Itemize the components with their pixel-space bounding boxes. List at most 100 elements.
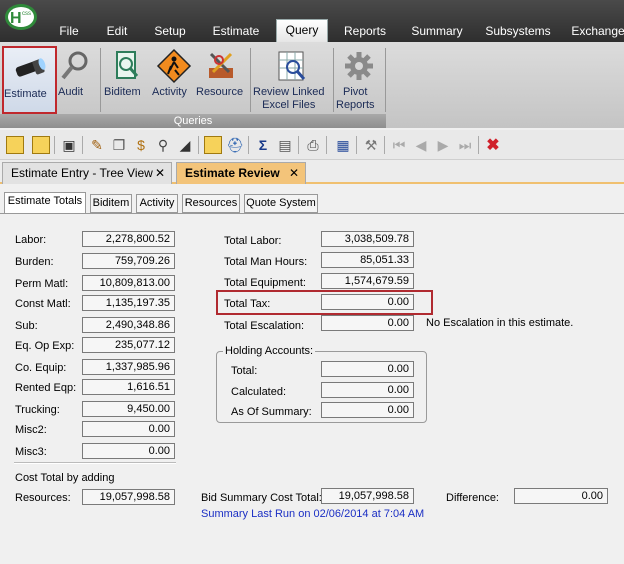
tab-activity[interactable]: Activity — [136, 194, 178, 213]
document-tabs: Estimate Entry - Tree View ✕ Estimate Re… — [0, 160, 624, 184]
menu-exchange[interactable]: Exchange — [568, 21, 624, 41]
misc3-label: Misc3: — [15, 446, 47, 458]
menu-bar: H css File Edit Setup Estimate Query Rep… — [0, 0, 624, 42]
tab-biditem[interactable]: Biditem — [90, 194, 132, 213]
activity-button[interactable]: Activity — [152, 46, 196, 114]
ribbon-separator — [333, 48, 334, 112]
close-icon[interactable]: ✕ — [155, 163, 165, 183]
const-matl-value: 1,135,197.35 — [82, 295, 175, 311]
flashlight-icon — [12, 50, 48, 86]
total-equipment-value: 1,574,679.59 — [321, 273, 414, 289]
burden-label: Burden: — [15, 256, 54, 268]
cost-total-value: 19,057,998.58 — [82, 489, 175, 505]
toolbar-separator — [198, 136, 199, 154]
labor-value: 2,278,800.52 — [82, 231, 175, 247]
calculator-icon[interactable]: ▦ — [334, 136, 352, 154]
co-equip-label: Co. Equip: — [15, 362, 67, 374]
print-icon[interactable]: ⎙ — [304, 136, 322, 154]
ribbon-separator — [100, 48, 101, 112]
folder-icon[interactable] — [32, 136, 50, 154]
folder-open-icon[interactable] — [204, 136, 222, 154]
menu-subsystems[interactable]: Subsystems — [482, 21, 554, 41]
trucking-value: 9,450.00 — [82, 401, 175, 417]
queries-group: Estimate Audit Biditem Activity Resource… — [0, 42, 386, 128]
search-icon[interactable]: ⚲ — [154, 136, 172, 154]
misc3-value: 0.00 — [82, 443, 175, 459]
hcss-logo: H css — [4, 2, 38, 32]
total-tax-highlight — [216, 290, 433, 315]
estimate-query-button[interactable]: Estimate — [2, 46, 57, 114]
total-equipment-label: Total Equipment: — [224, 277, 306, 289]
toolbar-separator — [54, 136, 55, 154]
delete-icon[interactable]: ✖ — [484, 136, 502, 154]
holding-calculated-value: 0.00 — [321, 382, 414, 398]
table-icon[interactable]: ▤ — [276, 136, 294, 154]
toolbar-separator — [248, 136, 249, 154]
rented-eqp-label: Rented Eqp: — [15, 382, 77, 394]
total-escalation-value: 0.00 — [321, 315, 414, 331]
hat-icon[interactable]: ⛑ — [226, 136, 244, 154]
sub-value: 2,490,348.86 — [82, 317, 175, 333]
toolbar-separator — [478, 136, 479, 154]
menu-file[interactable]: File — [54, 21, 84, 41]
labor-label: Labor: — [15, 234, 47, 246]
total-escalation-label: Total Escalation: — [224, 320, 305, 332]
sub-label: Sub: — [15, 320, 38, 332]
menu-summary[interactable]: Summary — [406, 21, 468, 41]
tab-resources[interactable]: Resources — [182, 194, 240, 213]
ribbon: Estimate Audit Biditem Activity Resource… — [0, 42, 624, 128]
copy-icon[interactable]: ❐ — [110, 136, 128, 154]
bid-summary-value: 19,057,998.58 — [321, 488, 414, 504]
tools-icon[interactable]: ⚒ — [362, 136, 380, 154]
svg-text:css: css — [22, 11, 31, 17]
ribbon-group-label: Queries — [0, 114, 386, 128]
gear-icon — [341, 48, 377, 84]
toolbar-separator — [82, 136, 83, 154]
toolbar-separator — [384, 136, 385, 154]
menu-reports[interactable]: Reports — [338, 21, 392, 41]
menu-setup[interactable]: Setup — [150, 21, 190, 41]
prev-record-icon[interactable]: ◀ — [412, 136, 430, 154]
holding-calculated-label: Calculated: — [231, 386, 287, 398]
audit-button[interactable]: Audit — [58, 46, 94, 114]
menu-edit[interactable]: Edit — [100, 21, 134, 41]
total-man-hours-label: Total Man Hours: — [224, 256, 308, 268]
menu-query[interactable]: Query — [276, 19, 328, 42]
close-icon[interactable]: ✕ — [289, 163, 299, 183]
total-labor-value: 3,038,509.78 — [321, 231, 414, 247]
review-tabs: Estimate Totals Biditem Activity Resourc… — [0, 192, 624, 214]
toolbar-separator — [326, 136, 327, 154]
last-record-icon[interactable]: ⏭ — [456, 136, 474, 154]
save-icon[interactable]: ▣ — [60, 136, 78, 154]
menu-estimate[interactable]: Estimate — [206, 21, 266, 41]
co-equip-value: 1,337,985.96 — [82, 359, 175, 375]
resource-button[interactable]: Resource — [196, 46, 246, 114]
trucking-label: Trucking: — [15, 404, 60, 416]
review-linked-excel-button[interactable]: Review Linked Excel Files — [253, 46, 329, 114]
sum-icon[interactable]: Σ — [254, 136, 272, 154]
tab-estimate-review[interactable]: Estimate Review ✕ — [176, 162, 306, 184]
tab-estimate-entry-tree-view[interactable]: Estimate Entry - Tree View ✕ — [2, 162, 172, 184]
eq-op-exp-value: 235,077.12 — [82, 337, 175, 353]
perm-matl-label: Perm Matl: — [15, 278, 69, 290]
biditem-button[interactable]: Biditem — [104, 46, 150, 114]
edit-icon[interactable]: ✎ — [88, 136, 106, 154]
misc2-value: 0.00 — [82, 421, 175, 437]
const-matl-label: Const Matl: — [15, 298, 71, 310]
open-folder-icon[interactable] — [6, 136, 24, 154]
next-record-icon[interactable]: ▶ — [434, 136, 452, 154]
flashlight-icon[interactable]: ◢ — [176, 136, 194, 154]
biditem-icon — [109, 48, 145, 84]
total-man-hours-value: 85,051.33 — [321, 252, 414, 268]
tab-quote-system[interactable]: Quote System — [244, 194, 318, 213]
perm-matl-value: 10,809,813.00 — [82, 275, 175, 291]
toolbar: ▣ ✎ ❐ $ ⚲ ◢ ⛑ Σ ▤ ⎙ ▦ ⚒ ⏮ ◀ ▶ ⏭ ✖ — [0, 130, 624, 160]
bid-summary-label: Bid Summary Cost Total: — [201, 492, 322, 504]
total-labor-label: Total Labor: — [224, 235, 282, 247]
excel-magnifier-icon — [273, 48, 309, 84]
tab-estimate-totals[interactable]: Estimate Totals — [4, 192, 86, 213]
first-record-icon[interactable]: ⏮ — [390, 136, 408, 154]
money-icon[interactable]: $ — [132, 136, 150, 154]
misc2-label: Misc2: — [15, 424, 47, 436]
pivot-reports-button[interactable]: Pivot Reports — [336, 46, 382, 114]
